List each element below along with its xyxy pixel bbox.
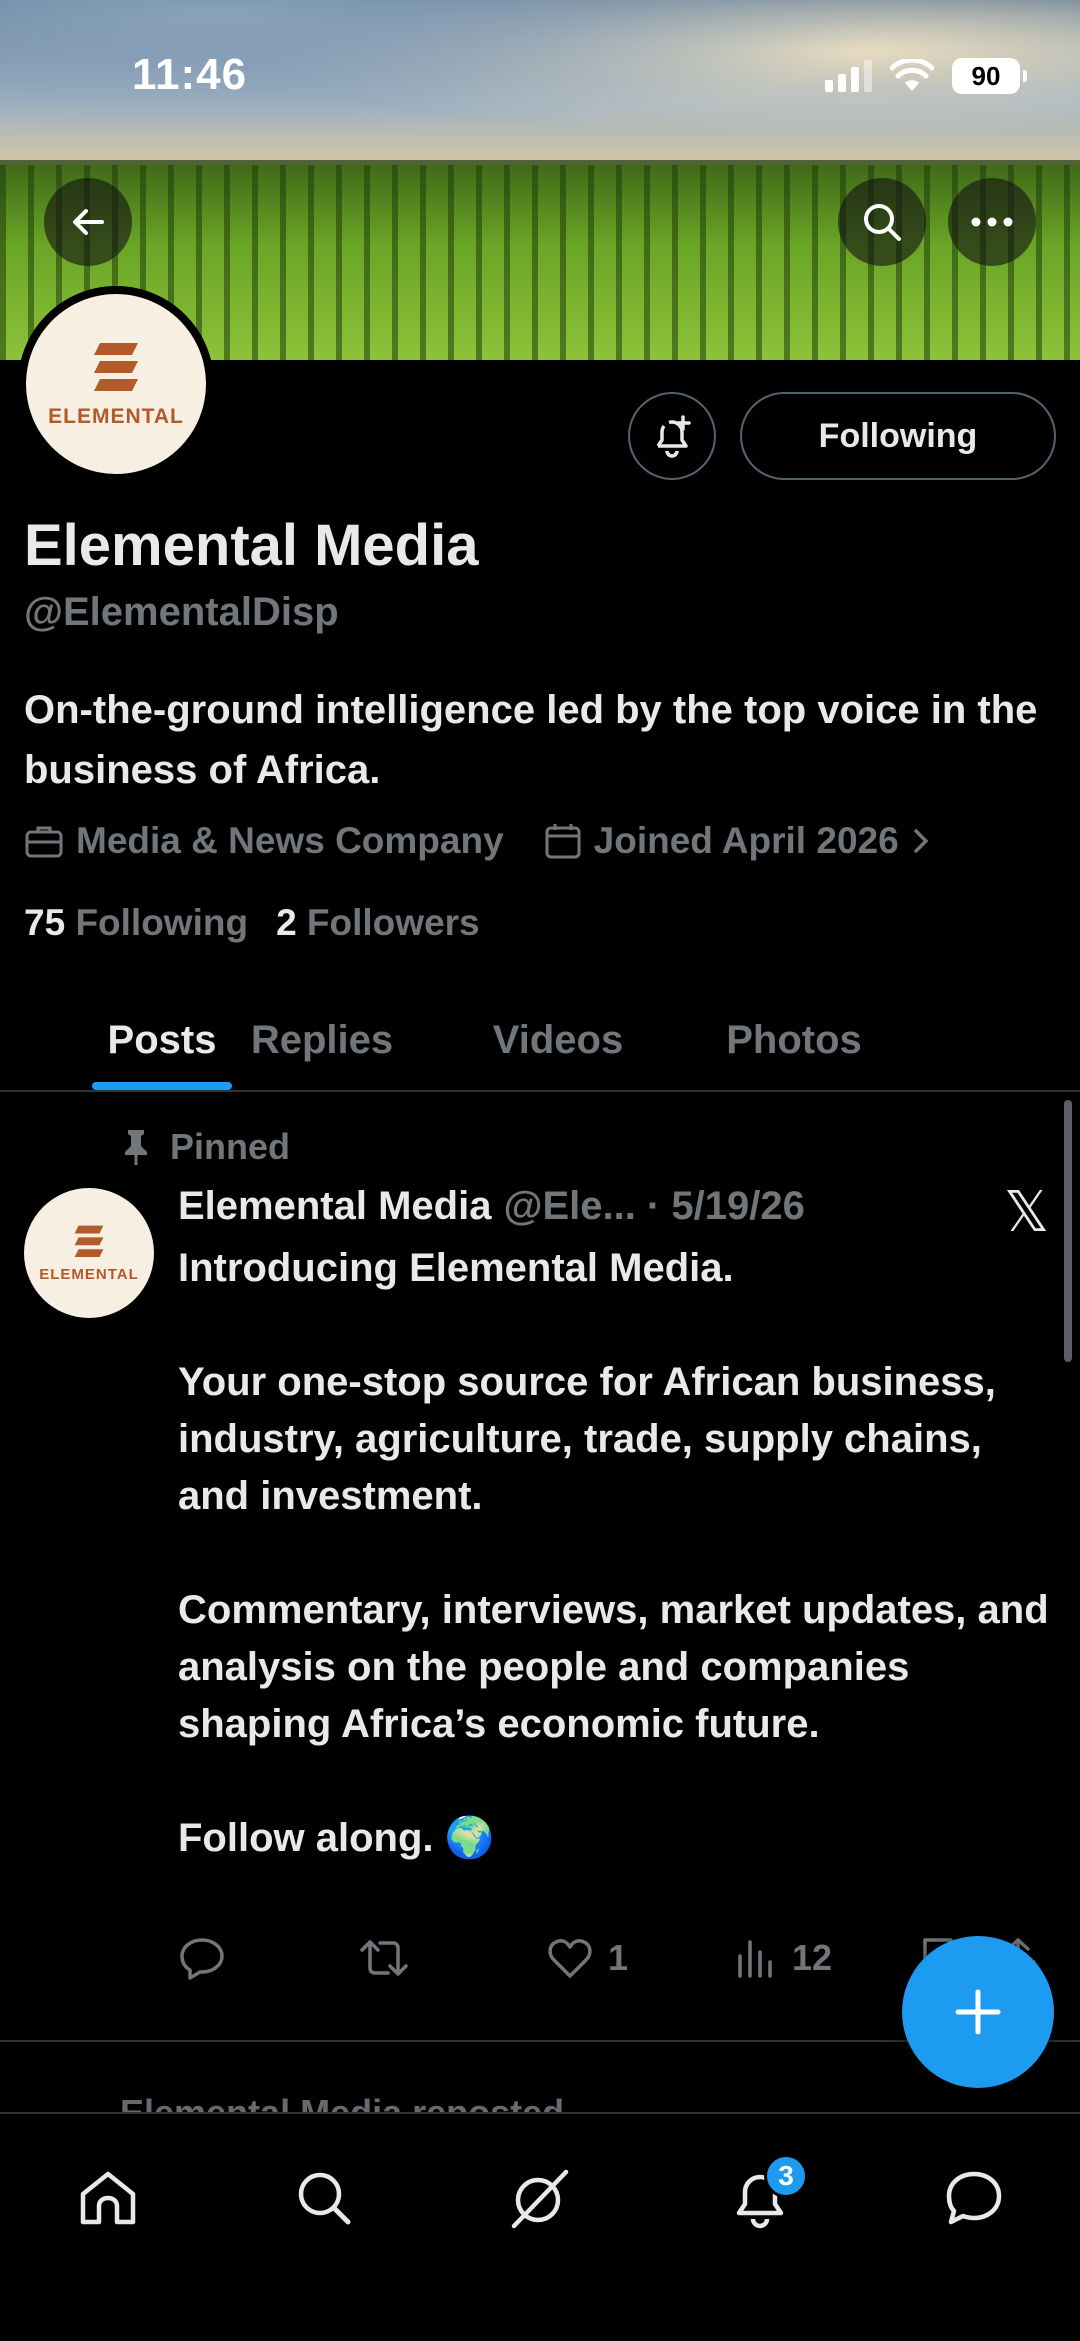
repost-button[interactable] [358, 1936, 410, 1980]
following-button[interactable]: Following [740, 392, 1056, 480]
post-paragraph: Introducing Elemental Media. [178, 1246, 734, 1290]
arrow-left-icon [73, 209, 104, 235]
profile-tabs: Posts Replies Videos Photos [0, 990, 1080, 1092]
profile-handle: @ElementalDisp [24, 590, 339, 634]
reply-icon [180, 1938, 224, 1980]
active-tab-indicator [92, 1082, 232, 1090]
calendar-icon [545, 824, 581, 859]
nav-home[interactable] [58, 2148, 158, 2248]
more-button[interactable] [948, 178, 1036, 266]
post-paragraph: Follow along. 🌍 [178, 1816, 495, 1860]
status-time: 11:46 [132, 50, 248, 99]
back-button[interactable] [44, 178, 132, 266]
pin-icon [125, 1130, 147, 1165]
profile-meta: Media & News Company Joined April 2026 [24, 820, 971, 862]
plus-icon [955, 1989, 1001, 2035]
following-stat[interactable]: 75 Following [24, 902, 248, 944]
category-item: Media & News Company [24, 820, 504, 862]
pinned-text: Pinned [170, 1126, 291, 1167]
signal-icon [825, 60, 872, 92]
joined-label: Joined April 2026 [593, 820, 899, 861]
tab-videos[interactable]: Videos [448, 990, 668, 1090]
reply-button[interactable] [178, 1936, 226, 1980]
briefcase-icon [25, 826, 63, 858]
followers-stat[interactable]: 2 Followers [276, 902, 480, 944]
post-paragraph: Your one-stop source for African busines… [178, 1360, 996, 1518]
post-handle-date: @Ele... · 5/19/26 [503, 1184, 805, 1228]
heart-icon [548, 1939, 592, 1978]
tab-photos[interactable]: Photos [684, 990, 904, 1090]
grok-icon [511, 2169, 569, 2229]
post-author[interactable]: Elemental Media [178, 1184, 491, 1229]
category-label: Media & News Company [76, 820, 504, 861]
status-icons: 90 [825, 58, 1027, 94]
more-horizontal-icon [971, 217, 1013, 227]
elemental-logo-icon [74, 1225, 104, 1258]
post-header: Elemental Media @Ele... · 5/19/26 [178, 1184, 805, 1229]
followers-count: 2 [276, 902, 297, 943]
wifi-icon [890, 59, 934, 91]
views-count: 12 [792, 1937, 833, 1978]
following-stat-label: Following [75, 902, 249, 943]
notify-bell-button[interactable] [628, 392, 716, 480]
nav-grok[interactable] [490, 2148, 590, 2248]
elemental-logo-icon [94, 343, 138, 391]
search-button[interactable] [838, 178, 926, 266]
home-icon [80, 2171, 136, 2225]
search-icon [864, 204, 901, 241]
profile-avatar[interactable]: ELEMENTAL [18, 286, 214, 482]
post-paragraph: Commentary, interviews, market updates, … [178, 1588, 1049, 1746]
nav-search[interactable] [274, 2148, 374, 2248]
avatar-logo-text: ELEMENTAL [48, 405, 184, 428]
profile-bio: On-the-ground intelligence led by the to… [24, 688, 1038, 792]
like-count: 1 [608, 1937, 629, 1978]
scrollbar[interactable] [1064, 1100, 1072, 1362]
joined-item[interactable]: Joined April 2026 [544, 820, 931, 862]
chevron-right-icon [913, 829, 929, 853]
views-chart-icon [738, 1940, 772, 1978]
search-icon [298, 2172, 351, 2225]
battery-icon: 90 [952, 58, 1027, 94]
nav-messages[interactable] [924, 2148, 1024, 2248]
chat-bubble-icon [946, 2171, 1002, 2225]
compose-button[interactable] [902, 1936, 1054, 2088]
notifications-badge: 3 [764, 2154, 808, 2198]
followers-stat-label: Followers [306, 902, 480, 943]
views-button[interactable]: 12 [734, 1936, 832, 1980]
nav-notifications[interactable]: 3 [710, 2148, 810, 2248]
post-avatar-text: ELEMENTAL [39, 1266, 139, 1283]
like-button[interactable]: 1 [546, 1936, 628, 1980]
bell-plus-icon [656, 415, 691, 458]
pinned-label: Pinned [120, 1126, 290, 1168]
following-count: 75 [24, 902, 66, 943]
post-avatar[interactable]: ELEMENTAL [24, 1188, 154, 1318]
repost-icon [360, 1940, 408, 1976]
follow-stats: 75 Following 2 Followers [24, 902, 480, 944]
post-body[interactable]: Introducing Elemental Media. Your one-st… [178, 1240, 1058, 1867]
x-logo-icon[interactable]: 𝕏 [1004, 1180, 1049, 1245]
bottom-navigation: 3 [0, 2112, 1080, 2341]
profile-name: Elemental Media [24, 513, 479, 578]
tab-replies[interactable]: Replies [242, 990, 402, 1090]
